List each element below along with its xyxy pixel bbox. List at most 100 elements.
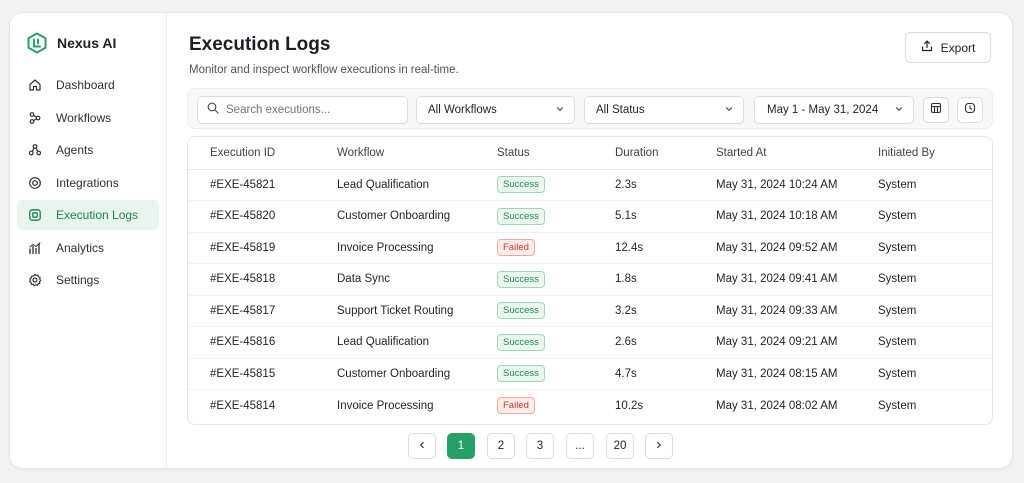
duration: 3.2s bbox=[615, 295, 716, 327]
column-header-execution-id[interactable]: Execution ID bbox=[188, 137, 337, 170]
column-header-initiated-by[interactable]: Initiated By bbox=[878, 137, 992, 170]
chevron-down-icon bbox=[555, 104, 565, 117]
status-badge: Success bbox=[497, 333, 545, 351]
chevron-down-icon bbox=[894, 104, 904, 117]
columns-button[interactable] bbox=[923, 97, 949, 123]
workflow-filter-value: All Workflows bbox=[428, 104, 497, 116]
page-button-2[interactable]: 2 bbox=[487, 433, 515, 459]
status-badge: Failed bbox=[497, 397, 535, 414]
initiated-by: System bbox=[878, 169, 992, 201]
table-row[interactable]: #EXE-45819 Invoice Processing Failed 12.… bbox=[188, 232, 992, 264]
execution-id: #EXE-45817 bbox=[188, 295, 337, 327]
execution-id: #EXE-45818 bbox=[188, 263, 337, 296]
status-cell: Success bbox=[497, 200, 615, 233]
auto-refresh-button[interactable] bbox=[957, 97, 983, 123]
main-content: Execution Logs Monitor and inspect workf… bbox=[168, 13, 1012, 468]
export-button[interactable]: Export bbox=[905, 32, 991, 63]
agents-icon bbox=[28, 143, 42, 157]
table-row[interactable]: #EXE-45818 Data Sync Success 1.8s May 31… bbox=[188, 263, 992, 296]
table-row[interactable]: #EXE-45820 Customer Onboarding Success 5… bbox=[188, 200, 992, 233]
workflow-name: Customer Onboarding bbox=[337, 200, 497, 233]
sidebar-item-label: Workflows bbox=[56, 110, 112, 125]
table-row[interactable]: #EXE-45814 Invoice Processing Failed 10.… bbox=[188, 390, 992, 422]
execution-id: #EXE-45819 bbox=[188, 232, 337, 264]
duration: 1.8s bbox=[615, 263, 716, 296]
table-row[interactable]: #EXE-45815 Customer Onboarding Success 4… bbox=[188, 358, 992, 390]
table-columns-icon bbox=[930, 101, 942, 119]
column-header-workflow[interactable]: Workflow bbox=[337, 137, 497, 170]
clock-icon bbox=[964, 101, 976, 119]
date-range-value: May 1 - May 31, 2024 bbox=[767, 104, 879, 116]
page-button-3[interactable]: 3 bbox=[526, 433, 554, 459]
started-at: May 31, 2024 09:52 AM bbox=[716, 232, 878, 264]
sidebar-nav: Dashboard Workflows Agents Integrations bbox=[17, 70, 159, 298]
started-at: May 31, 2024 10:18 AM bbox=[716, 200, 878, 233]
search-box[interactable] bbox=[197, 96, 408, 124]
workflow-name: Data Sync bbox=[337, 263, 497, 296]
sidebar-item-analytics[interactable]: Analytics bbox=[17, 233, 159, 263]
status-filter-select[interactable]: All Status bbox=[584, 96, 744, 124]
duration: 4.7s bbox=[615, 358, 716, 390]
column-header-status[interactable]: Status bbox=[497, 137, 615, 170]
status-badge: Success bbox=[497, 302, 545, 320]
prev-page-button[interactable] bbox=[408, 433, 436, 459]
workflow-filter-select[interactable]: All Workflows bbox=[416, 96, 575, 124]
next-page-button[interactable] bbox=[645, 433, 673, 459]
duration: 10.2s bbox=[615, 399, 644, 412]
status-badge: Failed bbox=[497, 239, 535, 257]
page-button-1[interactable]: 1 bbox=[447, 433, 475, 459]
sidebar-item-label: Integrations bbox=[56, 175, 119, 190]
sidebar-item-settings[interactable]: Settings bbox=[17, 265, 159, 295]
status-cell: Failed bbox=[497, 232, 615, 264]
execution-id: #EXE-45821 bbox=[188, 169, 337, 201]
integrations-icon bbox=[28, 176, 42, 190]
sidebar-item-label: Settings bbox=[56, 273, 100, 287]
workflow-name: Lead Qualification bbox=[337, 326, 497, 359]
sidebar-item-integrations[interactable]: Integrations bbox=[17, 168, 159, 198]
execution-id: #EXE-45816 bbox=[188, 326, 337, 359]
executions-table: Execution ID Workflow Status Duration St… bbox=[187, 136, 993, 425]
sidebar-item-agents[interactable]: Agents bbox=[17, 135, 159, 165]
initiated-by: System bbox=[878, 326, 992, 359]
status-cell: Success bbox=[497, 358, 615, 390]
sidebar-item-label: Agents bbox=[56, 143, 94, 157]
column-header-started-at[interactable]: Started At bbox=[716, 137, 878, 170]
status-badge: Success bbox=[497, 207, 545, 225]
initiated-by: System bbox=[878, 232, 992, 264]
sidebar-item-dashboard[interactable]: Dashboard bbox=[17, 70, 159, 100]
table-row[interactable]: #EXE-45817 Support Ticket Routing Succes… bbox=[188, 295, 992, 327]
execution-id: #EXE-45815 bbox=[188, 358, 337, 390]
execution-id: #EXE-45814 bbox=[210, 399, 276, 412]
page-title: Execution Logs bbox=[189, 34, 331, 55]
initiated-by: System bbox=[878, 200, 992, 233]
status-cell: Success bbox=[497, 263, 615, 296]
status-badge: Success bbox=[497, 365, 545, 383]
execution-logs-icon bbox=[28, 208, 42, 222]
status-filter-value: All Status bbox=[596, 104, 645, 116]
analytics-icon bbox=[28, 241, 42, 255]
nexus-logo-icon bbox=[26, 32, 48, 54]
search-input[interactable] bbox=[226, 104, 396, 116]
table-header-row: Execution ID Workflow Status Duration St… bbox=[188, 137, 992, 170]
status-badge: Success bbox=[497, 270, 545, 288]
duration: 12.4s bbox=[615, 232, 716, 264]
sidebar-item-execution-logs[interactable]: Execution Logs bbox=[17, 200, 159, 230]
table-row[interactable]: #EXE-45821 Lead Qualification Success 2.… bbox=[188, 169, 992, 201]
duration: 2.3s bbox=[615, 169, 716, 201]
table-row[interactable]: #EXE-45816 Lead Qualification Success 2.… bbox=[188, 326, 992, 359]
status-cell: Success bbox=[497, 326, 615, 359]
page-ellipsis: ... bbox=[566, 433, 594, 459]
status-cell: Success bbox=[497, 295, 615, 327]
chevron-left-icon bbox=[417, 440, 427, 453]
app-name: Nexus AI bbox=[57, 35, 117, 51]
export-icon bbox=[921, 40, 941, 55]
column-header-duration[interactable]: Duration bbox=[615, 137, 716, 170]
page-button-20[interactable]: 20 bbox=[606, 433, 634, 459]
date-range-select[interactable]: May 1 - May 31, 2024 bbox=[754, 96, 914, 124]
execution-id: #EXE-45820 bbox=[188, 200, 337, 233]
initiated-by: System bbox=[878, 263, 992, 296]
brand[interactable]: Nexus AI bbox=[26, 32, 116, 54]
sidebar-item-workflows[interactable]: Workflows bbox=[17, 103, 159, 133]
workflow-name: Customer Onboarding bbox=[337, 358, 497, 390]
status-cell: Failed bbox=[497, 390, 615, 422]
